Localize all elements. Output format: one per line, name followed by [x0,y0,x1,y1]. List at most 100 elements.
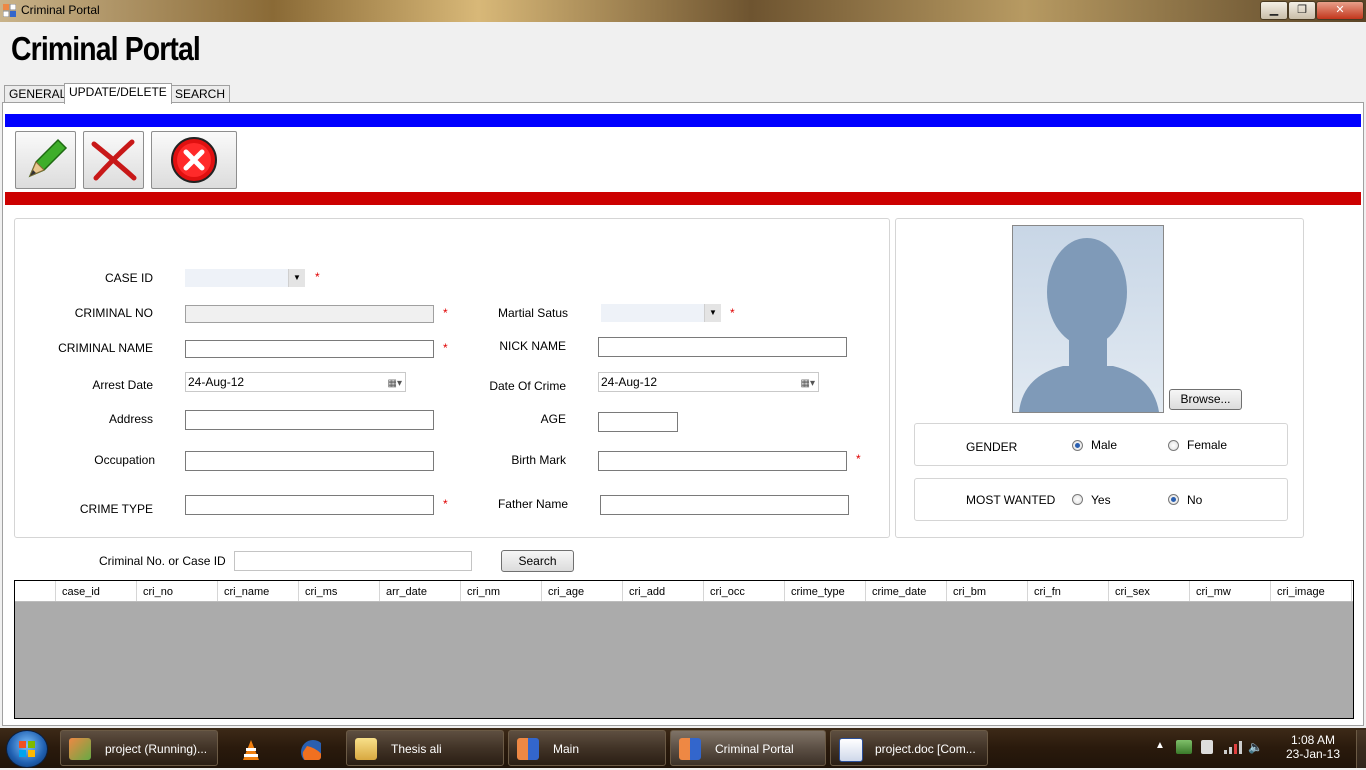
case-id-label: CASE ID [104,271,153,285]
signal-tray-icon[interactable] [1224,741,1242,754]
required-marker: * [443,497,448,511]
column-header-cri-fn[interactable]: cri_fn [1028,581,1109,601]
search-button[interactable]: Search [501,550,574,572]
arrest-date-picker[interactable]: 24-Aug-12 ▦▾ [185,372,406,392]
most-wanted-label: MOST WANTED [966,493,1056,507]
arrest-date-label: Arrest Date [92,378,153,392]
most-wanted-no-radio[interactable] [1168,494,1179,505]
taskbar-item-label: Criminal Portal [715,742,794,756]
gender-female-radio[interactable] [1168,440,1179,451]
martial-status-combo[interactable]: ▼ [601,304,721,322]
crime-type-field[interactable] [185,495,434,515]
date-of-crime-picker[interactable]: 24-Aug-12 ▦▾ [598,372,819,392]
gender-female-label: Female [1187,438,1228,452]
required-marker: * [315,270,320,284]
page-title: Criminal Portal [11,30,201,67]
required-marker: * [443,306,448,320]
browse-button[interactable]: Browse... [1169,389,1242,410]
most-wanted-yes-radio[interactable] [1072,494,1083,505]
browse-label: Browse... [1180,392,1231,406]
word-document-icon [839,738,863,762]
grid-header: case_id cri_no cri_name cri_ms arr_date cri_n… [15,581,1353,602]
column-header-cri-bm[interactable]: cri_bm [947,581,1028,601]
crime-type-label: CRIME TYPE [79,502,153,516]
show-hidden-icons-button[interactable]: ▲ [1155,740,1165,751]
required-marker: * [856,452,861,466]
network-tray-icon[interactable] [1176,740,1192,754]
column-header-arr-date[interactable]: arr_date [380,581,461,601]
taskbar-item-main[interactable]: Main [508,730,666,766]
search-button-label: Search [518,554,557,568]
age-field[interactable] [598,412,678,432]
calendar-icon: ▦▾ [387,378,402,389]
taskbar-item-label: Main [553,742,580,756]
gender-male-label: Male [1091,438,1118,452]
nick-name-field[interactable] [598,337,847,357]
tab-label: SEARCH [175,87,226,101]
column-header-cri-no[interactable]: cri_no [137,581,218,601]
update-button[interactable] [15,131,76,189]
most-wanted-yes-label: Yes [1091,493,1111,507]
results-grid[interactable]: case_id cri_no cri_name cri_ms arr_date cri_n… [14,580,1354,719]
date-of-crime-label: Date Of Crime [489,379,566,393]
search-input[interactable] [234,551,472,571]
nick-name-label: NICK NAME [499,339,566,353]
taskbar-item-project-doc[interactable]: project.doc [Com... [830,730,988,766]
column-header-crime-date[interactable]: crime_date [866,581,947,601]
arrest-date-value: 24-Aug-12 [188,375,245,389]
column-header-cri-occ[interactable]: cri_occ [704,581,785,601]
minimize-button[interactable]: ▁ [1260,1,1288,20]
address-field[interactable] [185,410,434,430]
father-name-field[interactable] [600,495,849,515]
column-header-cri-add[interactable]: cri_add [623,581,704,601]
father-name-label: Father Name [497,497,568,511]
taskbar-item-thesis-ali[interactable]: Thesis ali [346,730,504,766]
clock-date: 23-Jan-13 [1285,747,1341,761]
taskbar-item-project-running[interactable]: project (Running)... [60,730,218,766]
close-window-button[interactable]: ✕ [1316,1,1364,20]
clock-time: 1:08 AM [1290,733,1336,747]
criminal-no-field[interactable] [185,305,434,323]
calendar-icon: ▦▾ [800,378,815,389]
column-header-cri-nm[interactable]: cri_nm [461,581,542,601]
window-title: Criminal Portal [21,3,100,17]
folder-icon [355,738,377,760]
criminal-name-field[interactable] [185,340,434,358]
occupation-field[interactable] [185,451,434,471]
app-icon [2,3,17,18]
martial-status-label: Martial Satus [497,306,568,320]
tab-general[interactable]: GENERAL [4,85,72,103]
column-header-cri-image[interactable]: cri_image [1271,581,1352,601]
tab-search[interactable]: SEARCH [170,85,231,103]
volume-icon[interactable]: 🔈 [1248,740,1263,754]
column-header-cri-name[interactable]: cri_name [218,581,299,601]
taskbar-item-vlc[interactable] [222,730,280,766]
taskbar-item-label: project (Running)... [105,742,208,756]
visual-studio-icon [69,738,91,760]
criminal-no-label: CRIMINAL NO [74,306,153,320]
device-tray-icon[interactable] [1201,740,1213,754]
taskbar-item-firefox[interactable] [284,730,342,766]
start-button[interactable] [6,730,48,768]
column-header-cri-age[interactable]: cri_age [542,581,623,601]
column-header-case-id[interactable]: case_id [56,581,137,601]
delete-button[interactable] [83,131,144,189]
maximize-button[interactable]: ❐ [1288,1,1316,20]
chevron-down-icon: ▼ [288,269,305,287]
tab-update-delete[interactable]: UPDATE/DELETE [64,83,172,104]
show-desktop-button[interactable] [1356,730,1366,768]
taskbar-item-criminal-portal[interactable]: Criminal Portal [670,730,826,766]
criminal-name-label: CRIMINAL NAME [58,341,153,355]
case-id-combo[interactable]: ▼ [185,269,305,287]
criminal-photo [1012,225,1164,413]
column-header-cri-sex[interactable]: cri_sex [1109,581,1190,601]
column-header-cri-ms[interactable]: cri_ms [299,581,380,601]
gender-male-radio[interactable] [1072,440,1083,451]
birth-mark-field[interactable] [598,451,847,471]
taskbar-clock[interactable]: 1:08 AM 23-Jan-13 [1278,733,1348,761]
column-header-crime-type[interactable]: crime_type [785,581,866,601]
column-header-cri-mw[interactable]: cri_mw [1190,581,1271,601]
form-window-icon [679,738,701,760]
window-titlebar[interactable]: Criminal Portal ▁ ❐ ✕ [0,0,1366,22]
close-form-button[interactable] [151,131,237,189]
